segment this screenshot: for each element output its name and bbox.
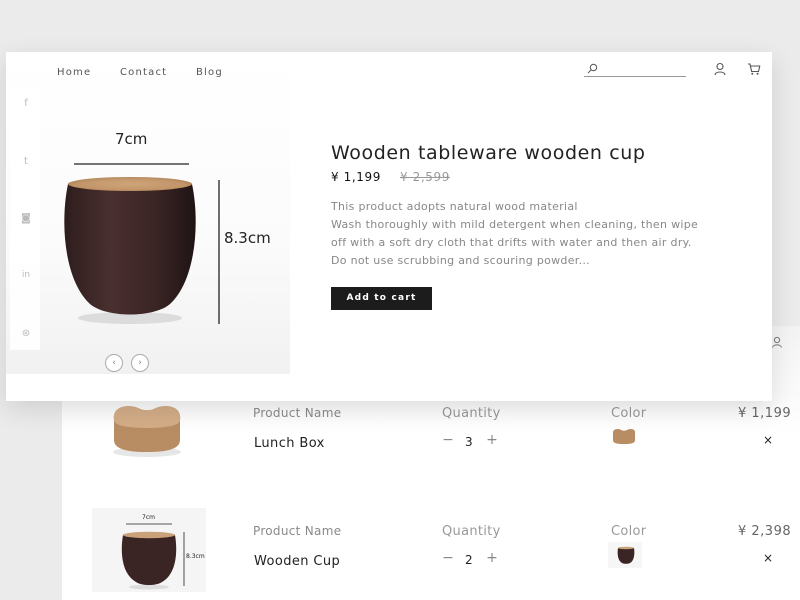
quantity-increase-button[interactable]: + <box>485 550 499 566</box>
product-name-label: Product Name <box>253 406 342 420</box>
description-line: This product adopts natural wood materia… <box>331 200 578 213</box>
linkedin-icon[interactable]: in <box>20 270 32 280</box>
cart-item-lunch-box: Product Name Quantity Color ¥ 1,199 Lunc… <box>62 386 800 486</box>
user-icon[interactable] <box>713 62 727 76</box>
carousel-next-button[interactable]: › <box>131 354 149 372</box>
add-to-cart-button[interactable]: Add to cart <box>331 287 432 310</box>
cart-item-wooden-cup: 7cm 8.3cm Product Name Quantity Color ¥ … <box>62 504 800 600</box>
twitter-icon[interactable]: t <box>20 156 32 167</box>
quantity-increase-button[interactable]: + <box>485 432 499 448</box>
description-line: Wash thoroughly with mild detergent when… <box>331 218 699 231</box>
product-image: 7cm 8.3cm f t ◙ in ⊛ Home Contact Blog ‹… <box>6 52 290 374</box>
color-label: Color <box>611 406 647 421</box>
product-modal: 7cm 8.3cm f t ◙ in ⊛ Home Contact Blog ‹… <box>6 52 772 401</box>
width-dimension-label: 7cm <box>115 130 148 148</box>
thumb-height-label: 8.3cm <box>186 553 205 560</box>
quantity-label: Quantity <box>442 524 501 539</box>
dribbble-icon[interactable]: ⊛ <box>20 328 32 339</box>
product-description: This product adopts natural wood materia… <box>331 198 711 270</box>
remove-item-button[interactable]: × <box>763 433 773 447</box>
product-title: Wooden tableware wooden cup <box>331 142 646 164</box>
search-bar <box>584 61 686 77</box>
height-dimension-label: 8.3cm <box>224 229 271 247</box>
nav-home[interactable]: Home <box>57 67 91 78</box>
search-icon[interactable] <box>587 63 598 74</box>
social-sidebar: f t ◙ in ⊛ <box>10 88 40 350</box>
item-name: Lunch Box <box>254 436 325 451</box>
quantity-value: 2 <box>465 553 473 567</box>
user-icon[interactable] <box>771 336 783 348</box>
quantity-decrease-button[interactable]: − <box>441 550 455 566</box>
item-name: Wooden Cup <box>254 554 341 569</box>
color-label: Color <box>611 524 647 539</box>
remove-item-button[interactable]: × <box>763 551 773 565</box>
product-price: ¥ 1,199 <box>331 170 382 184</box>
description-line: off with a soft dry cloth that drifts wi… <box>331 236 692 249</box>
lunch-box-thumbnail <box>113 406 181 457</box>
item-price: ¥ 1,199 <box>738 406 792 421</box>
nav-contact[interactable]: Contact <box>120 67 167 78</box>
product-original-price: ¥ 2,599 <box>400 170 451 184</box>
carousel-prev-button[interactable]: ‹ <box>105 354 123 372</box>
quantity-value: 3 <box>465 435 473 449</box>
nav-blog[interactable]: Blog <box>196 67 223 78</box>
color-swatch[interactable] <box>608 542 642 568</box>
wooden-cup-thumbnail: 7cm 8.3cm <box>92 508 206 592</box>
cart-icon[interactable] <box>747 62 761 76</box>
item-price: ¥ 2,398 <box>738 524 792 539</box>
quantity-decrease-button[interactable]: − <box>441 432 455 448</box>
quantity-label: Quantity <box>442 406 501 421</box>
color-swatch[interactable] <box>610 426 638 446</box>
thumb-width-label: 7cm <box>142 514 155 521</box>
facebook-icon[interactable]: f <box>20 98 32 109</box>
description-line: Do not use scrubbing and scouring powder… <box>331 254 590 267</box>
product-name-label: Product Name <box>253 524 342 538</box>
search-input[interactable] <box>600 61 684 75</box>
instagram-icon[interactable]: ◙ <box>20 213 32 224</box>
